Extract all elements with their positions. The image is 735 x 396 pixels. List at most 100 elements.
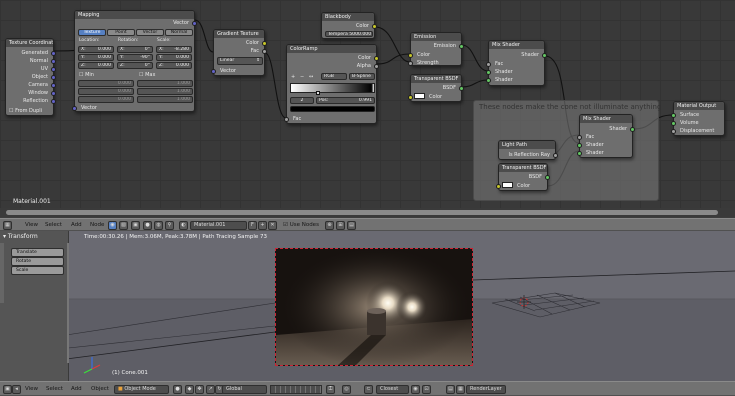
location-y-field[interactable]: Y: 0.000	[78, 54, 114, 61]
socket-dot[interactable]	[545, 175, 550, 180]
socket-dot[interactable]	[51, 51, 56, 56]
add-material-icon[interactable]: +	[258, 221, 267, 230]
socket-dot[interactable]	[671, 113, 676, 118]
socket-dot[interactable]	[630, 127, 635, 132]
snap-element-dropdown[interactable]: Closest	[376, 385, 409, 394]
pivot-point-icon[interactable]: ◆	[185, 385, 194, 394]
opengl-render-icon[interactable]: ▤	[446, 385, 455, 394]
node-editor[interactable]: Texture Coordinate Generated Normal UV O…	[0, 0, 735, 208]
socket-dot[interactable]	[374, 56, 379, 61]
from-dupli-checkbox[interactable]: ☐ From Dupli	[9, 108, 42, 114]
socket-dot[interactable]	[51, 75, 56, 80]
socket-dot[interactable]	[459, 44, 464, 49]
node-light-path[interactable]: Light Path Is Reflection Ray	[498, 140, 558, 160]
node-emission[interactable]: Emission Emission Color Strength	[408, 32, 464, 66]
min-y-field[interactable]: 0.000	[78, 88, 134, 95]
lock-layers-icon[interactable]: ⚿	[326, 385, 335, 394]
interpolation-dropdown[interactable]: B-Spline	[349, 73, 375, 80]
pin-icon[interactable]: ⚲	[165, 221, 174, 230]
backdrop-icon[interactable]: ▤	[347, 221, 356, 230]
socket-dot[interactable]	[671, 121, 676, 126]
shader-nodes-icon[interactable]: ◉	[108, 221, 117, 230]
socket-dot[interactable]	[577, 143, 582, 148]
color-stop-marker[interactable]	[316, 91, 320, 95]
socket-dot[interactable]	[486, 62, 491, 67]
close-icon[interactable]: ✕	[268, 221, 277, 230]
socket-dot[interactable]	[374, 64, 379, 69]
node-mix-shader[interactable]: Mix Shader Shader Fac Shader Shader	[486, 40, 547, 86]
socket-dot[interactable]	[262, 41, 267, 46]
socket-dot[interactable]	[577, 151, 582, 156]
color-swatch[interactable]	[414, 93, 425, 99]
stop-color-swatch[interactable]	[290, 106, 375, 112]
socket-dot[interactable]	[496, 184, 501, 189]
socket-dot[interactable]	[459, 86, 464, 91]
node-mapping[interactable]: Mapping Vector Texture Point Vector Norm…	[72, 10, 197, 112]
tool-shelf-scrollbar[interactable]	[67, 243, 69, 363]
location-z-field[interactable]: Z: 0.000	[78, 62, 114, 69]
layer-buttons[interactable]	[270, 385, 322, 394]
mode-dropdown[interactable]: ■ Object Mode	[114, 385, 169, 394]
scale-x-field[interactable]: X: -8.280	[156, 46, 192, 53]
stop-position-field[interactable]: Pos: 0.991	[316, 97, 375, 104]
min-x-field[interactable]: 0.000	[78, 80, 134, 87]
tab-point[interactable]: Point	[107, 29, 135, 36]
snap-icon[interactable]: ⊂	[364, 385, 373, 394]
location-x-field[interactable]: X: 0.000	[78, 46, 114, 53]
max-y-field[interactable]: 1.000	[137, 88, 193, 95]
socket-dot[interactable]	[262, 49, 267, 54]
object-icon[interactable]: ▣	[131, 221, 140, 230]
snap-target-icon[interactable]: ⊞	[336, 221, 345, 230]
node-texture-coordinate[interactable]: Texture Coordinate Generated Normal UV O…	[5, 38, 56, 116]
editor-type-icon[interactable]: ▦	[3, 221, 12, 230]
socket-dot[interactable]	[577, 135, 582, 140]
scale-y-field[interactable]: Y: 0.000	[156, 54, 192, 61]
socket-dot[interactable]	[671, 129, 676, 134]
scrollbar-thumb[interactable]	[6, 210, 718, 215]
render-layer-field[interactable]: RenderLayer	[466, 385, 506, 394]
add-stop-icon[interactable]: +	[291, 74, 295, 80]
world-icon[interactable]: ◍	[154, 221, 163, 230]
socket-dot[interactable]	[486, 70, 491, 75]
tab-texture[interactable]: Texture	[78, 29, 106, 36]
opengl-anim-icon[interactable]: ▦	[456, 385, 465, 394]
snap-target-icon[interactable]: ◉	[411, 385, 420, 394]
tab-normal[interactable]: Normal	[165, 29, 193, 36]
tool-tabs[interactable]	[0, 243, 4, 303]
socket-dot[interactable]	[51, 83, 56, 88]
socket-dot[interactable]	[372, 24, 377, 29]
texture-nodes-icon[interactable]: ▧	[119, 221, 128, 230]
min-checkbox[interactable]: ☐ Min	[79, 72, 94, 78]
node-transparent-bsdf-2[interactable]: Transparent BSDF BSDF Color	[496, 163, 550, 191]
color-swatch[interactable]	[502, 182, 513, 188]
rotate-button[interactable]: Rotate	[11, 257, 64, 266]
socket-dot[interactable]	[408, 61, 413, 66]
stop-index-field[interactable]: 2	[290, 97, 314, 104]
proportional-edit-icon[interactable]: ◎	[342, 385, 351, 394]
node-colorramp[interactable]: ColorRamp Color Alpha + − ↔ RGB B-Spline…	[284, 44, 379, 124]
socket-dot[interactable]	[408, 53, 413, 58]
material-name-field[interactable]: Material.001	[190, 221, 247, 230]
color-mode-dropdown[interactable]: RGB	[321, 73, 347, 80]
rotation-y-field[interactable]: Y: -90°	[117, 54, 153, 61]
max-z-field[interactable]: 1.000	[137, 96, 193, 103]
viewport-shading-icon[interactable]: ●	[173, 385, 182, 394]
menu-select[interactable]: Select	[45, 222, 62, 228]
node-material-output[interactable]: Material Output Surface Volume Displacem…	[671, 101, 725, 136]
node-gradient-texture[interactable]: Gradient Texture Color Fac Linear ⇕ Vecto…	[211, 29, 267, 76]
transform-orientation-dropdown[interactable]: Global	[222, 385, 267, 394]
socket-dot[interactable]	[553, 153, 558, 158]
menu-add[interactable]: Add	[71, 386, 82, 392]
collapse-icon[interactable]: ◂	[12, 385, 21, 394]
socket-dot[interactable]	[284, 117, 289, 122]
snap-rotation-icon[interactable]: ⊡	[422, 385, 431, 394]
menu-node[interactable]: Node	[90, 222, 104, 228]
snap-icon[interactable]: ⊕	[325, 221, 334, 230]
color-ramp-bar[interactable]	[290, 83, 375, 93]
node-mix-shader-2[interactable]: Mix Shader Shader Fac Shader Shader	[577, 114, 635, 158]
temperature-field[interactable]: Tempera 5000.000	[325, 31, 373, 37]
gradient-type-dropdown[interactable]: Linear ⇕	[217, 57, 263, 65]
menu-select[interactable]: Select	[46, 386, 63, 392]
material-icon[interactable]: ●	[143, 221, 152, 230]
socket-dot[interactable]	[408, 95, 413, 100]
